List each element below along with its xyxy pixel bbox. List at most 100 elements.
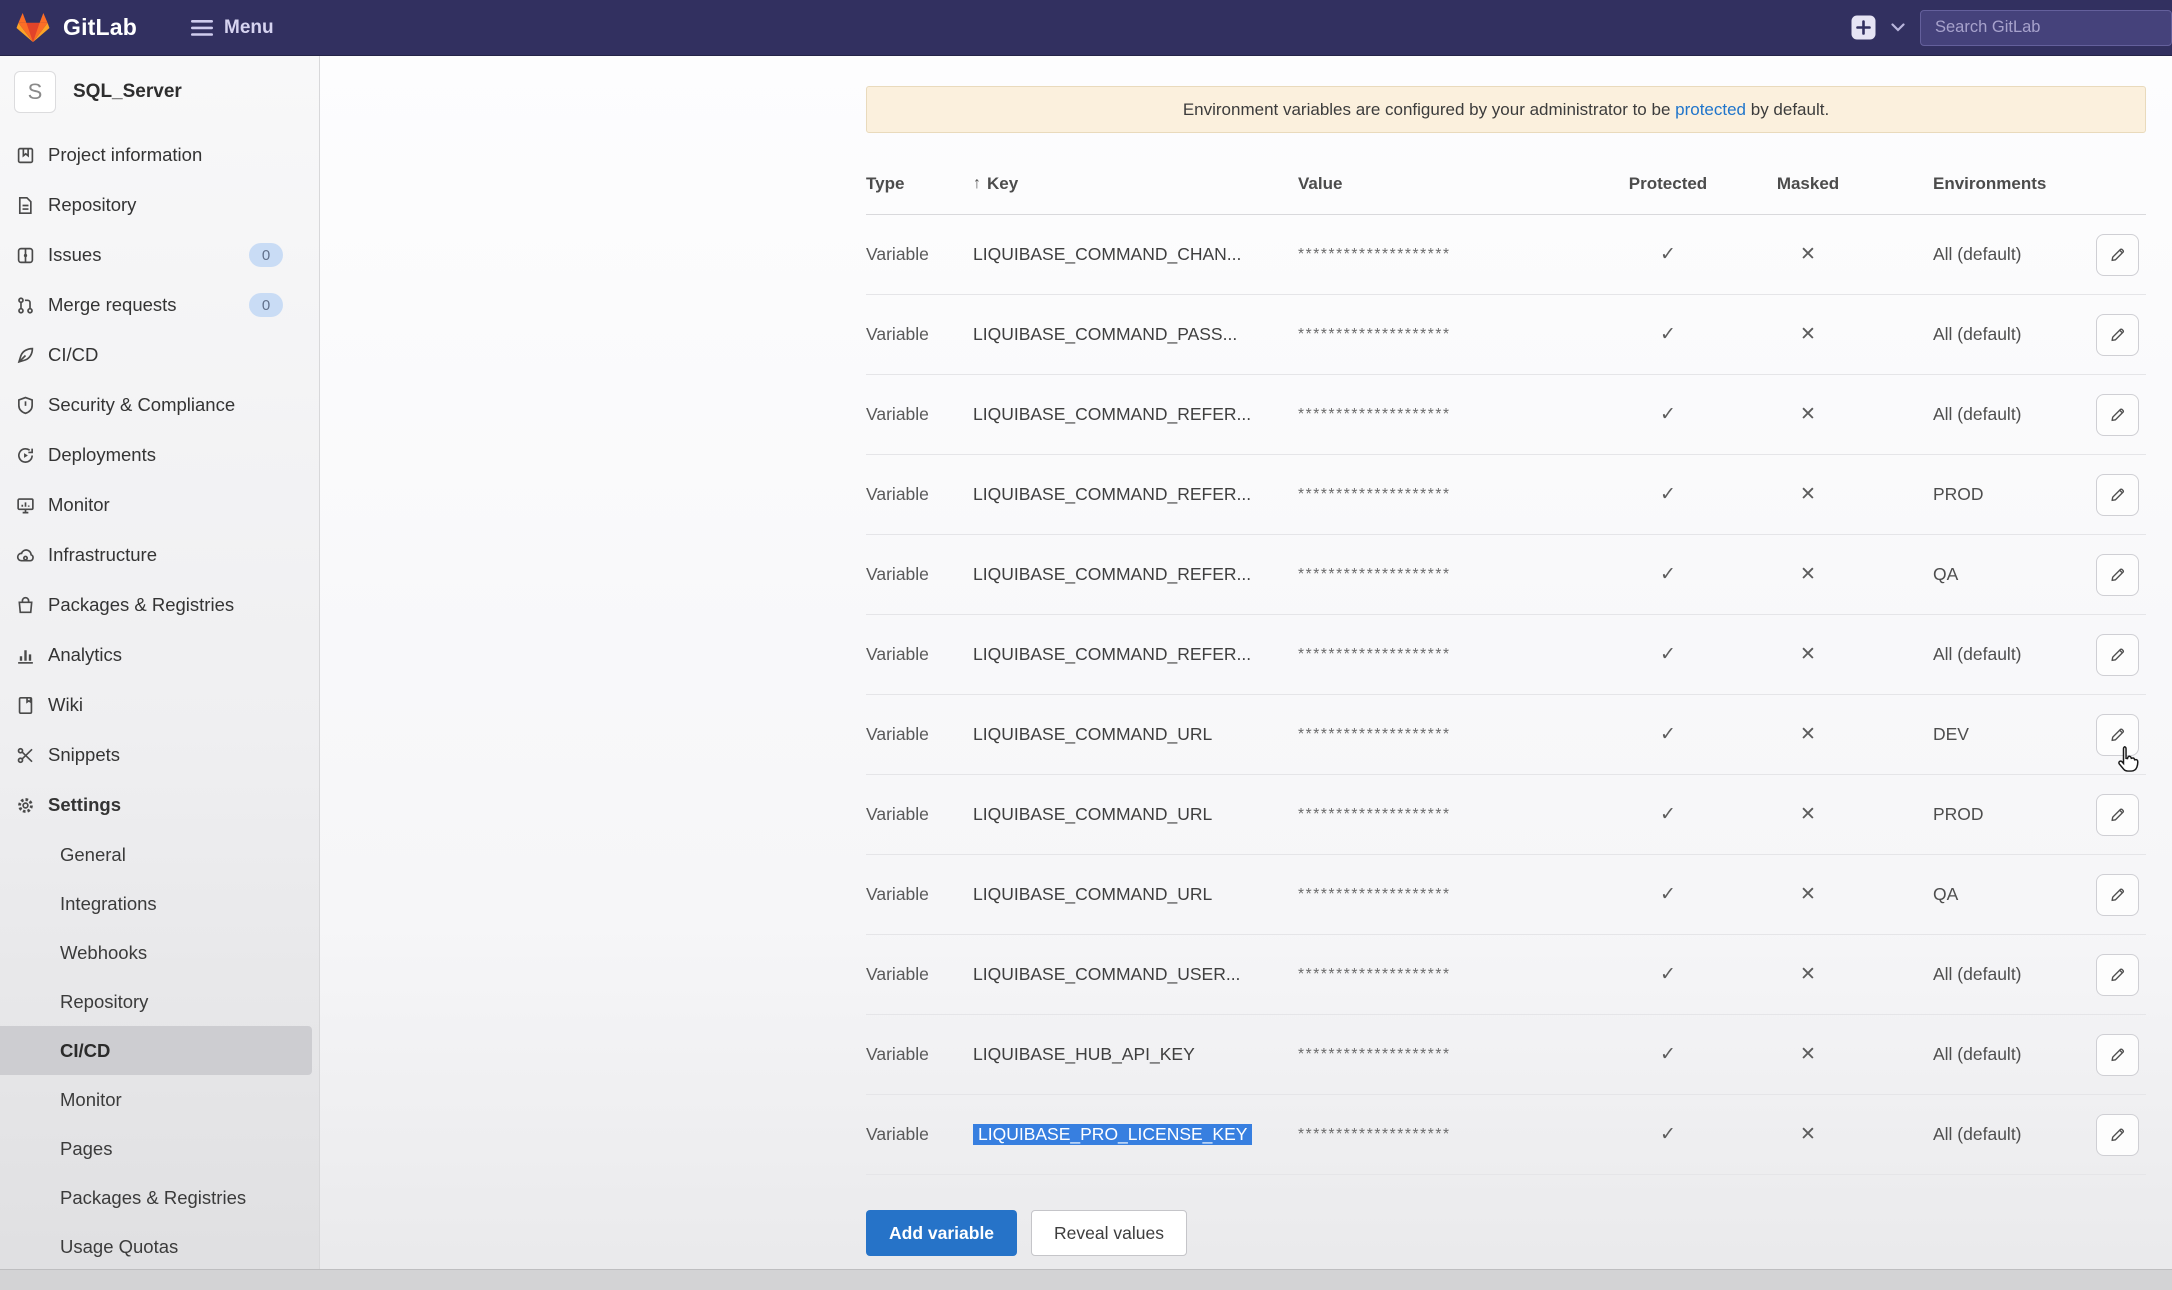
col-header-type: Type <box>866 174 973 194</box>
sidebar-subitem-pages[interactable]: Pages <box>0 1124 319 1173</box>
pencil-icon <box>2109 806 2126 823</box>
sidebar-item-security-compliance[interactable]: Security & Compliance <box>0 380 319 430</box>
sidebar-item-project-information[interactable]: Project information <box>0 130 319 180</box>
reveal-values-button[interactable]: Reveal values <box>1031 1210 1187 1256</box>
chevron-down-icon[interactable] <box>1891 23 1905 32</box>
issues-icon <box>14 246 36 265</box>
variable-row: Variable LIQUIBASE_COMMAND_URL *********… <box>866 695 2146 775</box>
gear-icon <box>14 796 36 815</box>
variable-row: Variable LIQUIBASE_COMMAND_PASS... *****… <box>866 295 2146 375</box>
sidebar-subitem-monitor[interactable]: Monitor <box>0 1075 319 1124</box>
masked-x-icon: ✕ <box>1738 563 1878 586</box>
variable-row: Variable LIQUIBASE_HUB_API_KEY *********… <box>866 1015 2146 1095</box>
packages-icon <box>14 596 36 615</box>
pencil-icon <box>2109 726 2126 743</box>
protected-check-icon: ✓ <box>1598 403 1738 426</box>
variable-row: Variable LIQUIBASE_COMMAND_CHAN... *****… <box>866 215 2146 295</box>
ci-cd-icon <box>14 346 36 365</box>
pencil-icon <box>2109 486 2126 503</box>
variables-table-header: Type ↑ Key Value Protected Masked Enviro… <box>866 133 2146 215</box>
pencil-icon <box>2109 246 2126 263</box>
edit-variable-button[interactable] <box>2096 394 2139 436</box>
project-avatar: S <box>14 71 56 113</box>
masked-x-icon: ✕ <box>1738 803 1878 826</box>
pencil-icon <box>2109 406 2126 423</box>
merge-requests-icon <box>14 296 36 315</box>
add-variable-button[interactable]: Add variable <box>866 1210 1017 1256</box>
menu-label: Menu <box>224 17 274 39</box>
sidebar-item-deployments[interactable]: Deployments <box>0 430 319 480</box>
variable-row: Variable LIQUIBASE_COMMAND_USER... *****… <box>866 935 2146 1015</box>
sidebar-subitem-repository[interactable]: Repository <box>0 977 319 1026</box>
sort-ascending-icon: ↑ <box>973 175 981 193</box>
edit-variable-button[interactable] <box>2096 954 2139 996</box>
masked-x-icon: ✕ <box>1738 723 1878 746</box>
variable-row: Variable LIQUIBASE_COMMAND_REFER... ****… <box>866 455 2146 535</box>
edit-variable-button[interactable] <box>2096 1114 2139 1156</box>
main-content: Environment variables are configured by … <box>320 56 2172 1290</box>
sidebar-item-repository[interactable]: Repository <box>0 180 319 230</box>
variable-row: Variable LIQUIBASE_COMMAND_REFER... ****… <box>866 535 2146 615</box>
col-header-masked: Masked <box>1738 174 1878 194</box>
sidebar-item-wiki[interactable]: Wiki <box>0 680 319 730</box>
edit-variable-button[interactable] <box>2096 314 2139 356</box>
wiki-icon <box>14 696 36 715</box>
variable-row: Variable LIQUIBASE_COMMAND_REFER... ****… <box>866 375 2146 455</box>
protected-check-icon: ✓ <box>1598 323 1738 346</box>
variable-row: Variable LIQUIBASE_PRO_LICENSE_KEY *****… <box>866 1095 2146 1175</box>
masked-x-icon: ✕ <box>1738 1123 1878 1146</box>
snippets-icon <box>14 746 36 765</box>
sidebar-item-settings[interactable]: Settings <box>0 780 319 830</box>
pencil-icon <box>2109 1126 2126 1143</box>
sidebar-subitem-usage-quotas[interactable]: Usage Quotas <box>0 1222 319 1271</box>
protected-check-icon: ✓ <box>1598 723 1738 746</box>
menu-button[interactable]: Menu <box>191 17 274 39</box>
protected-check-icon: ✓ <box>1598 643 1738 666</box>
sidebar-subitem-general[interactable]: General <box>0 830 319 879</box>
sidebar-item-ci-cd[interactable]: CI/CD <box>0 330 319 380</box>
gitlab-home-link[interactable]: GitLab <box>16 12 137 44</box>
project-information-icon <box>14 146 36 165</box>
protected-check-icon: ✓ <box>1598 1123 1738 1146</box>
sidebar-subitem-integrations[interactable]: Integrations <box>0 879 319 928</box>
protected-check-icon: ✓ <box>1598 803 1738 826</box>
sidebar-nav: Project information Repository Issues 0 … <box>0 130 319 1271</box>
edit-variable-button[interactable] <box>2096 714 2139 756</box>
gitlab-wordmark: GitLab <box>63 14 137 41</box>
edit-variable-button[interactable] <box>2096 474 2139 516</box>
gitlab-logo-icon <box>16 12 50 44</box>
protected-link[interactable]: protected <box>1675 100 1746 119</box>
project-header[interactable]: S SQL_Server <box>0 56 319 122</box>
pencil-icon <box>2109 1046 2126 1063</box>
sidebar-subitem-ci-cd[interactable]: CI/CD <box>0 1026 312 1075</box>
sidebar-item-infrastructure[interactable]: Infrastructure <box>0 530 319 580</box>
pencil-icon <box>2109 646 2126 663</box>
merge-requests-count-badge: 0 <box>249 293 283 317</box>
shield-icon <box>14 396 36 415</box>
masked-x-icon: ✕ <box>1738 1043 1878 1066</box>
sidebar-subitem-webhooks[interactable]: Webhooks <box>0 928 319 977</box>
protected-check-icon: ✓ <box>1598 483 1738 506</box>
search-input[interactable] <box>1920 10 2172 46</box>
edit-variable-button[interactable] <box>2096 794 2139 836</box>
repository-icon <box>14 196 36 215</box>
sidebar-item-monitor[interactable]: Monitor <box>0 480 319 530</box>
sidebar: S SQL_Server Project information Reposit… <box>0 56 320 1290</box>
edit-variable-button[interactable] <box>2096 234 2139 276</box>
col-header-key[interactable]: ↑ Key <box>973 174 1298 194</box>
sidebar-item-packages-registries[interactable]: Packages & Registries <box>0 580 319 630</box>
edit-variable-button[interactable] <box>2096 634 2139 676</box>
variable-row: Variable LIQUIBASE_COMMAND_URL *********… <box>866 775 2146 855</box>
edit-variable-button[interactable] <box>2096 1034 2139 1076</box>
sidebar-item-issues[interactable]: Issues 0 <box>0 230 319 280</box>
sidebar-subitem-packages-registries[interactable]: Packages & Registries <box>0 1173 319 1222</box>
protected-check-icon: ✓ <box>1598 243 1738 266</box>
masked-x-icon: ✕ <box>1738 323 1878 346</box>
hamburger-icon <box>191 20 213 36</box>
sidebar-item-merge-requests[interactable]: Merge requests 0 <box>0 280 319 330</box>
sidebar-item-snippets[interactable]: Snippets <box>0 730 319 780</box>
new-item-plus-icon[interactable] <box>1851 15 1876 40</box>
edit-variable-button[interactable] <box>2096 874 2139 916</box>
sidebar-item-analytics[interactable]: Analytics <box>0 630 319 680</box>
edit-variable-button[interactable] <box>2096 554 2139 596</box>
